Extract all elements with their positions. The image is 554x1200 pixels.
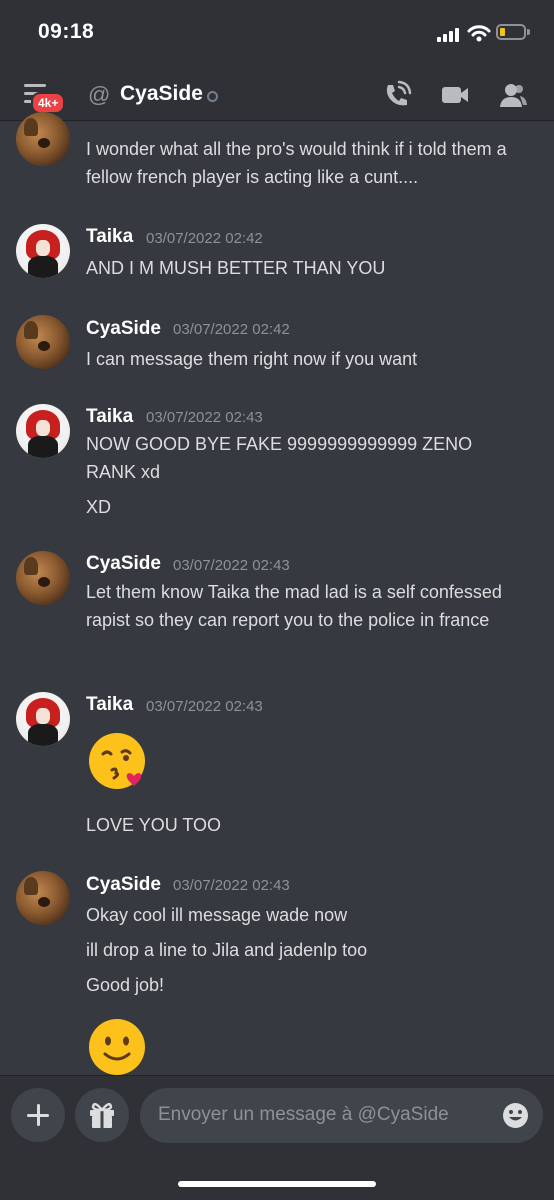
face-blowing-a-kiss-emoji[interactable] [86, 730, 148, 792]
signal-icon [437, 28, 463, 42]
battery-tip [527, 29, 530, 35]
composer-divider [0, 1075, 554, 1076]
message-author[interactable]: CyaSide [86, 318, 161, 340]
message-text: ill drop a line to Jila and jadenlp too [86, 940, 368, 960]
message-timestamp: 03/07/2022 02:43 [146, 698, 263, 715]
slightly-smiling-face-emoji[interactable] [86, 1016, 148, 1078]
message-input[interactable]: Envoyer un message à @CyaSide [140, 1088, 543, 1143]
message-timestamp: 03/07/2022 02:43 [173, 877, 290, 894]
message-text: I can message them right now if you want [86, 349, 418, 369]
plus-icon[interactable] [11, 1088, 65, 1142]
emoji-icon[interactable] [502, 1102, 529, 1129]
message-timestamp: 03/07/2022 02:42 [173, 321, 290, 338]
message-text: AND I M MUSH BETTER THAN YOU [86, 258, 386, 278]
members-icon[interactable] [498, 80, 528, 110]
avatar-cyaside[interactable] [16, 871, 70, 925]
message-text: LOVE YOU TOO [86, 815, 222, 835]
message-author[interactable]: CyaSide [86, 553, 161, 575]
message-author[interactable]: Taika [86, 226, 133, 248]
home-indicator[interactable] [178, 1181, 376, 1187]
at-icon: @ [88, 82, 111, 107]
avatar-cyaside[interactable] [16, 112, 70, 166]
message-text: NOW GOOD BYE FAKE 9999999999999 ZENO RAN… [86, 434, 473, 482]
message-timestamp: 03/07/2022 02:43 [146, 409, 263, 426]
avatar-taika[interactable] [16, 404, 70, 458]
offline-status-icon [207, 91, 218, 102]
avatar-cyaside[interactable] [16, 315, 70, 369]
message-author[interactable]: Taika [86, 694, 133, 716]
message-author[interactable]: Taika [86, 406, 133, 428]
status-time: 09:18 [38, 20, 95, 43]
message-timestamp: 03/07/2022 02:43 [173, 557, 290, 574]
avatar-taika[interactable] [16, 692, 70, 746]
avatar-cyaside[interactable] [16, 551, 70, 605]
unread-badge: 4k+ [31, 92, 66, 114]
message-text: I wonder what all the pro's would think … [86, 139, 507, 187]
channel-title[interactable]: CyaSide [120, 82, 203, 106]
message-text: Okay cool ill message wade now [86, 905, 348, 925]
call-icon[interactable] [382, 80, 412, 110]
message-timestamp: 03/07/2022 02:42 [146, 230, 263, 247]
header-divider [0, 120, 554, 121]
message-text: XD [86, 497, 112, 517]
message-input-placeholder: Envoyer un message à @CyaSide [158, 1104, 449, 1125]
message-text: Let them know Taika the mad lad is a sel… [86, 582, 502, 630]
avatar-taika[interactable] [16, 224, 70, 278]
battery-icon [496, 24, 526, 40]
top-bar: 09:18 4k+ @ CyaSide [0, 0, 554, 120]
message-text: Good job! [86, 975, 165, 995]
wifi-icon [467, 25, 491, 42]
gift-icon[interactable] [75, 1088, 129, 1142]
video-icon[interactable] [440, 80, 470, 110]
message-author[interactable]: CyaSide [86, 874, 161, 896]
